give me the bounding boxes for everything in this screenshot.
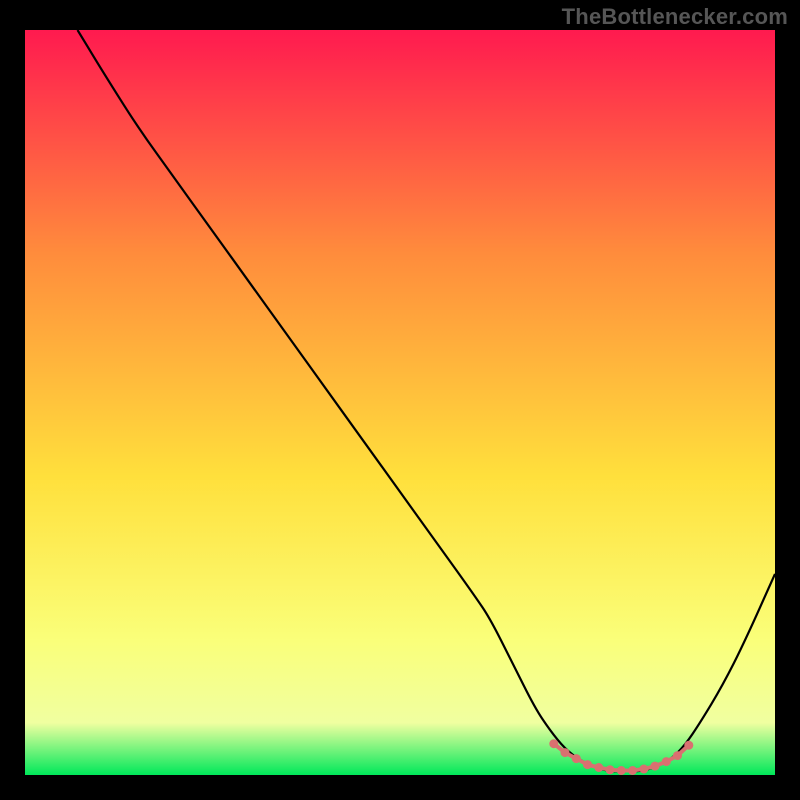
marker-dot (572, 754, 581, 763)
marker-dot (628, 766, 637, 775)
marker-dot (684, 741, 693, 750)
chart-svg (25, 30, 775, 775)
marker-dot (594, 763, 603, 772)
chart-container: TheBottlenecker.com (0, 0, 800, 800)
gradient-background (25, 30, 775, 775)
marker-dot (583, 760, 592, 769)
marker-dot (651, 762, 660, 771)
plot-area (25, 30, 775, 775)
marker-dot (662, 757, 671, 766)
watermark-text: TheBottlenecker.com (562, 4, 788, 30)
marker-dot (561, 748, 570, 757)
marker-dot (639, 765, 648, 774)
marker-dot (606, 765, 615, 774)
marker-dot (673, 751, 682, 760)
marker-dot (617, 766, 626, 775)
marker-dot (549, 739, 558, 748)
